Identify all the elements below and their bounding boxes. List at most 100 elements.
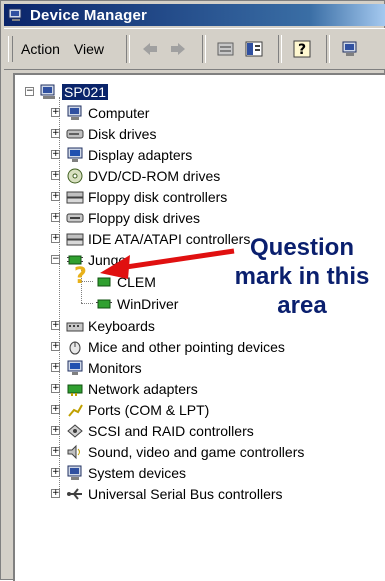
tree-item-keyboards[interactable]: + Keyboards <box>51 315 155 336</box>
tree-item-label: System devices <box>88 464 187 481</box>
expand-toggle[interactable]: + <box>51 426 60 435</box>
toolbar: Action View ? <box>4 28 385 70</box>
tree-item-system-devices[interactable]: + System devices <box>51 462 186 483</box>
annotation-line-2: mark in this <box>234 263 370 290</box>
annotation-line-1: Question <box>249 234 354 261</box>
tree-item-label: SCSI and RAID controllers <box>88 422 254 439</box>
mouse-icon <box>69 341 81 354</box>
expand-toggle[interactable]: + <box>51 192 60 201</box>
computer-icon <box>40 84 55 99</box>
expand-toggle[interactable]: + <box>51 342 60 351</box>
tree-item-label: Disk drives <box>88 125 157 142</box>
show-hide-button[interactable] <box>242 37 266 61</box>
tree-item-label: Floppy disk drives <box>88 209 201 226</box>
back-button[interactable] <box>138 37 162 61</box>
toolbar-separator <box>202 35 207 63</box>
tree-item-usb[interactable]: + Universal Serial Bus controllers <box>51 483 283 504</box>
tree-item-label: Floppy disk controllers <box>88 188 228 205</box>
red-arrow-icon <box>100 248 235 279</box>
collapse-toggle[interactable]: − <box>25 87 34 96</box>
annotation-line-3: area <box>277 292 327 319</box>
expand-toggle[interactable]: + <box>51 384 60 393</box>
network-icon <box>67 384 83 396</box>
tree-item-label: Network adapters <box>88 380 198 397</box>
help-icon: ? <box>293 40 311 58</box>
toolbar-separator <box>278 35 283 63</box>
expand-toggle[interactable]: + <box>51 363 60 372</box>
device-tree[interactable]: − SP021 + Computer + Disk drives + Displ… <box>13 73 385 581</box>
expand-toggle[interactable]: + <box>51 129 60 138</box>
properties-icon <box>217 42 234 56</box>
expand-toggle[interactable]: + <box>51 321 60 330</box>
root-label: SP021 <box>62 83 109 100</box>
tree-item-display-adapters[interactable]: + Display adapters <box>51 144 192 165</box>
show-hide-icon <box>245 41 263 57</box>
menu-view[interactable]: View <box>74 41 104 57</box>
computer-icon <box>67 465 82 480</box>
scsi-icon <box>67 423 83 438</box>
tree-item-scsi[interactable]: + SCSI and RAID controllers <box>51 420 254 441</box>
toolbar-grip[interactable] <box>8 36 13 62</box>
tree-item-dvd-cdrom[interactable]: + DVD/CD-ROM drives <box>51 165 220 186</box>
tree-item-computer[interactable]: + Computer <box>51 102 149 123</box>
tree-item-windriver[interactable]: WinDriver <box>95 293 178 314</box>
toolbar-separator <box>126 35 131 63</box>
tree-root[interactable]: − SP021 <box>25 81 109 102</box>
tree-item-label: WinDriver <box>117 295 179 312</box>
annotation-text: Question mark in this area <box>218 233 385 320</box>
controller-icon <box>66 233 84 245</box>
back-icon <box>143 43 158 55</box>
forward-icon <box>171 43 186 55</box>
floppy-icon <box>66 213 84 222</box>
question-mark-icon: ? <box>74 264 87 289</box>
usb-icon <box>67 487 82 500</box>
help-button[interactable]: ? <box>290 37 314 61</box>
title-bar[interactable]: Device Manager <box>4 4 385 26</box>
tree-item-floppy-controllers[interactable]: + Floppy disk controllers <box>51 186 227 207</box>
tree-item-label: Mice and other pointing devices <box>88 338 285 355</box>
cdrom-icon <box>67 168 83 183</box>
tree-item-label: Monitors <box>88 359 142 376</box>
disk-drive-icon <box>66 129 84 138</box>
toolbar-separator <box>326 35 331 63</box>
chip-icon <box>96 299 112 308</box>
tree-item-network-adapters[interactable]: + Network adapters <box>51 378 198 399</box>
tree-item-label: DVD/CD-ROM drives <box>88 167 221 184</box>
tree-item-label: Sound, video and game controllers <box>88 443 305 460</box>
properties-button[interactable] <box>214 37 238 61</box>
sound-icon <box>67 444 80 459</box>
tree-item-label: Ports (COM & LPT) <box>88 401 210 418</box>
expand-toggle[interactable]: + <box>51 234 60 243</box>
tree-item-label: Display adapters <box>88 146 193 163</box>
tree-item-monitors[interactable]: + Monitors <box>51 357 142 378</box>
tree-item-label: Universal Serial Bus controllers <box>88 485 283 502</box>
window-title: Device Manager <box>30 6 148 24</box>
scan-hardware-button[interactable] <box>338 37 362 61</box>
expand-toggle[interactable]: + <box>51 150 60 159</box>
expand-toggle[interactable]: + <box>51 489 60 498</box>
expand-toggle[interactable]: + <box>51 171 60 180</box>
tree-item-sound[interactable]: + Sound, video and game controllers <box>51 441 304 462</box>
tree-item-label: Computer <box>88 104 150 121</box>
monitor-icon <box>67 147 83 162</box>
port-icon <box>68 404 83 417</box>
tree-item-label: Keyboards <box>88 317 155 334</box>
collapse-toggle[interactable]: − <box>51 255 60 264</box>
keyboard-icon <box>66 322 84 331</box>
tree-item-floppy-drives[interactable]: + Floppy disk drives <box>51 207 200 228</box>
controller-icon <box>66 191 84 203</box>
computer-icon <box>342 41 357 56</box>
expand-toggle[interactable]: + <box>51 447 60 456</box>
tree-item-ports[interactable]: + Ports (COM & LPT) <box>51 399 209 420</box>
expand-toggle[interactable]: + <box>51 213 60 222</box>
expand-toggle[interactable]: + <box>51 405 60 414</box>
monitor-icon <box>67 360 83 375</box>
tree-item-mice[interactable]: + Mice and other pointing devices <box>51 336 285 357</box>
menu-action[interactable]: Action <box>21 41 60 57</box>
tree-item-disk-drives[interactable]: + Disk drives <box>51 123 156 144</box>
forward-button[interactable] <box>166 37 190 61</box>
svg-text:?: ? <box>298 42 306 58</box>
expand-toggle[interactable]: + <box>51 468 60 477</box>
expand-toggle[interactable]: + <box>51 108 60 117</box>
device-manager-icon <box>8 8 22 21</box>
